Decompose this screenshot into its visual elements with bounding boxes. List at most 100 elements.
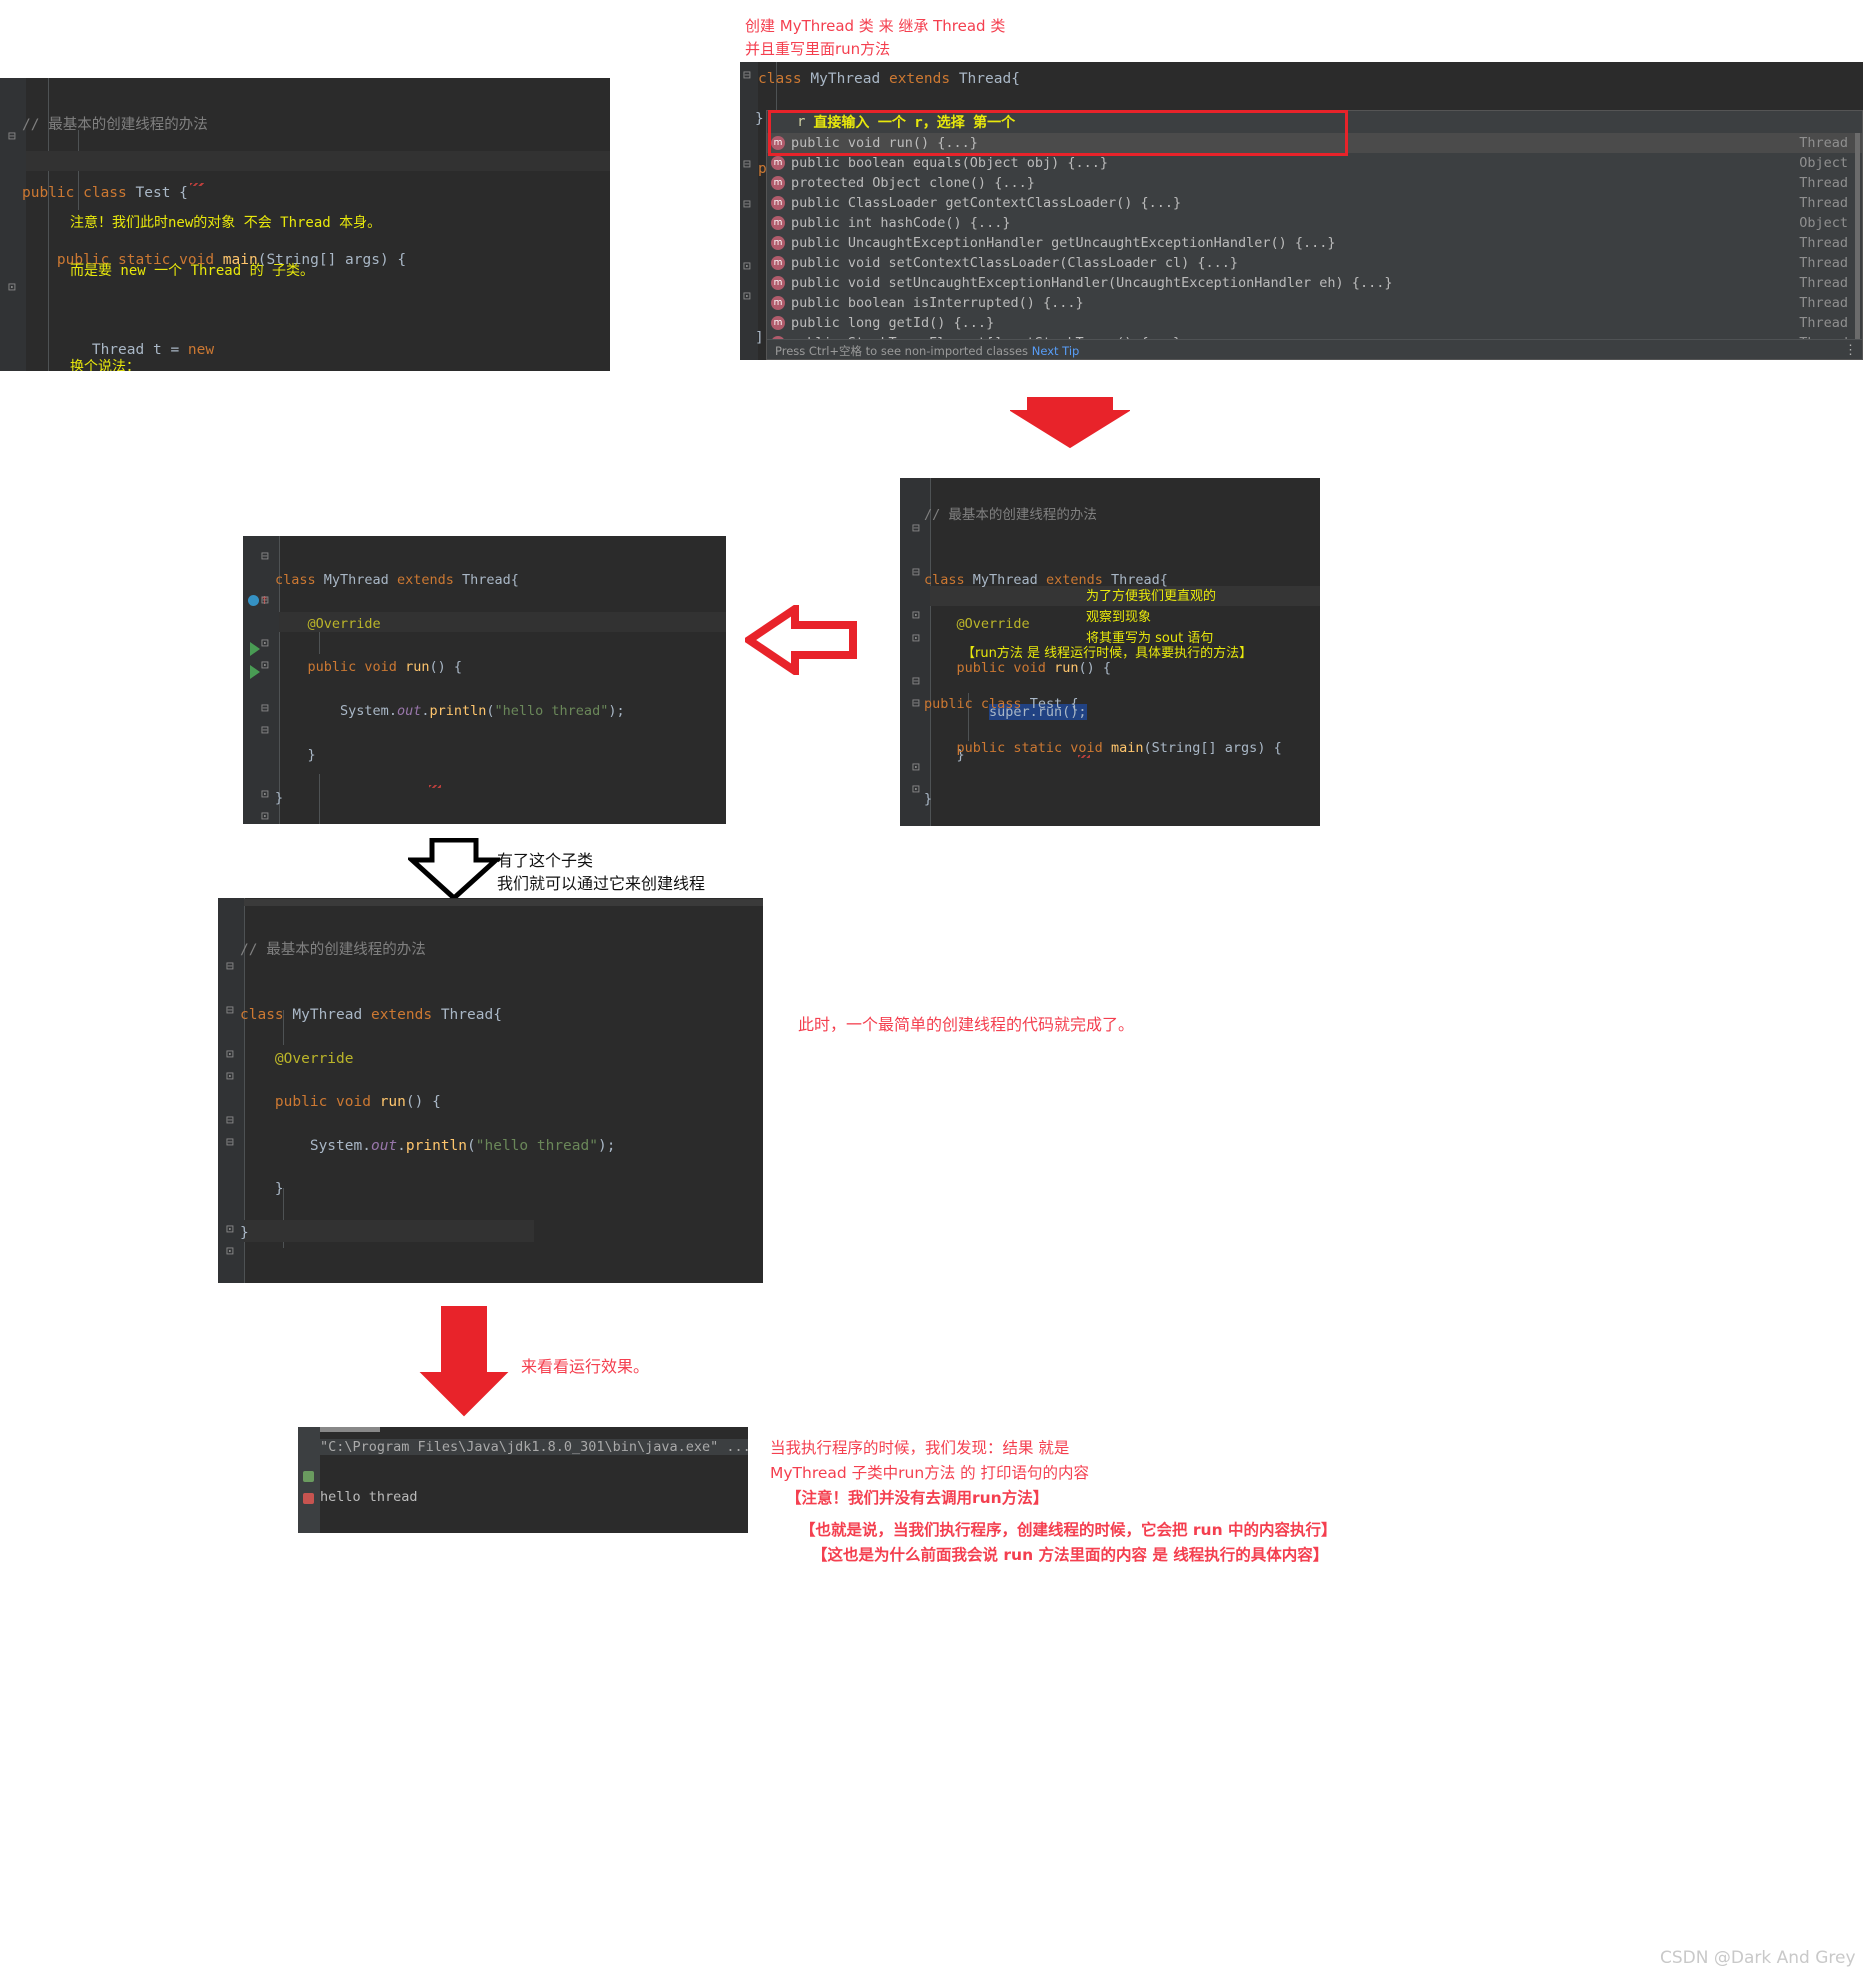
fold-marker[interactable]: ⊡ [743,290,751,303]
console-command: "C:\Program Files\Java\jdk1.8.0_301\bin\… [320,1439,748,1455]
fold-marker[interactable]: ⊡ [226,1048,234,1061]
autocomplete-owner: Thread [1799,255,1848,271]
autocomplete-status-bar: Press Ctrl+空格 to see non-imported classe… [767,339,1862,359]
fold-marker[interactable]: ⊟ [912,522,920,535]
fold-marker[interactable]: ⊟ [912,675,920,688]
method-icon: m [771,156,785,170]
annotation-bottom-1: 当我执行程序的时候，我们发现：结果 就是 MyThread 子类中run方法 的 … [770,1436,1089,1486]
editor-code: // 最基本的创建线程的办法 class MyThread extends Th… [240,918,624,1283]
note-run-text: 【run方法 是 线程运行时候，具体要执行的方法】 [962,646,1253,661]
autocomplete-item[interactable]: m public UncaughtExceptionHandler getUnc… [767,233,1862,253]
annotation-code-done: 此时，一个最简单的创建线程的代码就完成了。 [798,1013,1134,1038]
autocomplete-owner: Thread [1799,235,1848,251]
console-tab-indicator [320,1427,380,1432]
run-gutter-icon[interactable] [250,665,260,679]
arrow-down-1 [1010,397,1130,449]
console-rerun-icon[interactable] [303,1471,314,1482]
autocomplete-hint-row: r 直接输入 一个 r，选择 第一个 [767,111,1862,133]
fold-marker[interactable]: ⊡ [261,810,269,823]
editor-bg-brace2: ] [755,330,764,346]
editor-class-line: class MyThread extends Thread{ [758,71,1020,87]
autocomplete-owner: Thread [1799,315,1848,331]
fold-marker[interactable]: ⊟ [912,697,920,710]
editor-panel-super-run[interactable]: ⊟ ⊟ ⊡ ⊡ ⊟ ⊟ ⊡ ⊡ // 最基本的创建线程的办法 class MyT… [900,478,1320,826]
autocomplete-item[interactable]: m public boolean isInterrupted() {...} T… [767,293,1862,313]
run-console-panel[interactable]: "C:\Program Files\Java\jdk1.8.0_301\bin\… [298,1427,748,1533]
fold-marker[interactable]: ⊡ [261,637,269,650]
fold-marker[interactable]: ⊡ [912,609,920,622]
fold-marker[interactable]: ⊟ [261,702,269,715]
method-icon: m [771,136,785,150]
annotation-line-2: MyThread 子类中run方法 的 打印语句的内容 [770,1464,1090,1483]
fold-marker[interactable]: ⊟ [226,1004,234,1017]
editor-panel-mythread-println[interactable]: ↑ ⊟ ⊟ ⊡ ⊡ ⊟ ⊟ ⊡ ⊡ class MyThread extends… [243,536,726,824]
editor-panel-autocomplete[interactable]: class MyThread extends Thread{ ⊟ ⊟ ⊟ ⊡ ⊡… [740,62,1863,360]
fold-marker[interactable]: ⊟ [261,594,269,607]
fold-marker[interactable]: ⊡ [912,783,920,796]
editor-code: class MyThread extends Thread{ @Override… [275,571,625,807]
fold-marker[interactable]: ⊡ [226,1070,234,1083]
autocomplete-item[interactable]: m protected Object clone() {...} Thread [767,173,1862,193]
arrow-down-2 [408,838,500,900]
watermark-text: CSDN @Dark And Grey [1660,1948,1856,1968]
fold-marker[interactable]: ⊟ [743,198,751,211]
fold-marker[interactable]: ⊡ [226,1245,234,1258]
fold-marker[interactable]: ⊡ [912,632,920,645]
fold-marker[interactable]: ⊟ [8,130,16,143]
autocomplete-scrollbar[interactable] [1855,133,1860,341]
autocomplete-owner: Object [1799,155,1848,171]
fold-marker[interactable]: ⊟ [226,1114,234,1127]
fold-marker[interactable]: ⊟ [912,566,920,579]
note-line: 注意！我们此时new的对象 不会 Thread 本身。 [70,215,382,231]
more-options-icon[interactable]: ⋮ [1844,344,1857,357]
fold-marker[interactable]: ⊡ [912,761,920,774]
annotation-line-5: 【这也是为什么前面我会说 run 方法里面的内容 是 线程执行的具体内容】 [812,1546,1329,1564]
editor-note-runmethod: 【run方法 是 线程运行时候，具体要执行的方法】 [962,644,1252,664]
fold-marker[interactable]: ⊟ [261,550,269,563]
autocomplete-popup[interactable]: r 直接输入 一个 r，选择 第一个 m public void run() {… [766,110,1863,360]
fold-marker[interactable]: ⊡ [261,788,269,801]
error-squiggle [429,785,441,788]
hint-prefix: r [797,114,806,130]
autocomplete-item[interactable]: m public boolean equals(Object obj) {...… [767,153,1862,173]
current-line-highlight [244,899,763,906]
annotation-subclass: 有了这个子类 我们就可以通过它来创建线程 [497,849,705,895]
error-squiggle [1078,755,1090,758]
breakpoint-icon[interactable] [248,595,259,606]
autocomplete-item[interactable]: m public void run() {...} Thread [767,133,1862,153]
fold-marker[interactable]: ⊟ [743,69,751,82]
console-stop-icon[interactable] [303,1493,314,1504]
fold-marker[interactable]: ⊟ [261,724,269,737]
fold-marker[interactable]: ⊡ [743,260,751,273]
code-comment: // 最基本的创建线程的办法 [240,941,426,958]
fold-marker[interactable]: ⊡ [261,659,269,672]
autocomplete-item[interactable]: m public void setContextClassLoader(Clas… [767,253,1862,273]
note-line: 而是要 new 一个 Thread 的 子类。 [70,263,315,280]
fold-marker[interactable]: ⊟ [226,960,234,973]
error-squiggle [190,183,204,186]
autocomplete-owner: Thread [1799,135,1848,151]
console-output: "C:\Program Files\Java\jdk1.8.0_301\bin\… [320,1435,748,1533]
fold-marker[interactable]: ⊟ [743,158,751,171]
fold-marker[interactable]: ⊡ [226,1223,234,1236]
method-icon: m [771,176,785,190]
code-comment: // 最基本的创建线程的办法 [924,506,1097,523]
run-gutter-icon[interactable] [250,642,260,656]
fold-marker[interactable]: ⊡ [8,281,16,294]
autocomplete-owner: Object [1799,215,1848,231]
editor-panel-initial[interactable]: ⊟ ⊡ // 最基本的创建线程的办法 public class Test { p… [0,78,610,371]
fold-marker[interactable]: ⊟ [226,1136,234,1149]
autocomplete-owner: Thread [1799,195,1848,211]
autocomplete-item[interactable]: m public long getId() {...} Thread [767,313,1862,333]
next-tip-link[interactable]: Next Tip [1032,344,1080,358]
autocomplete-list[interactable]: m public void run() {...} Thread m publi… [767,133,1862,359]
annotation-text: 此时，一个最简单的创建线程的代码就完成了。 [798,1015,1135,1034]
override-annotation: @Override [956,616,1030,633]
editor-panel-final[interactable]: ⊟ ⊟ ⊡ ⊡ ⊟ ⊟ ⊡ ⊡ // 最基本的创建线程的办法 class MyT… [218,898,763,1283]
autocomplete-item[interactable]: m public ClassLoader getContextClassLoad… [767,193,1862,213]
method-icon: m [771,316,785,330]
annotation-bottom-2: 【注意！我们并没有去调用run方法】 [786,1486,1048,1510]
autocomplete-item[interactable]: m public void setUncaughtExceptionHandle… [767,273,1862,293]
autocomplete-item[interactable]: m public int hashCode() {...} Object [767,213,1862,233]
method-icon: m [771,276,785,290]
